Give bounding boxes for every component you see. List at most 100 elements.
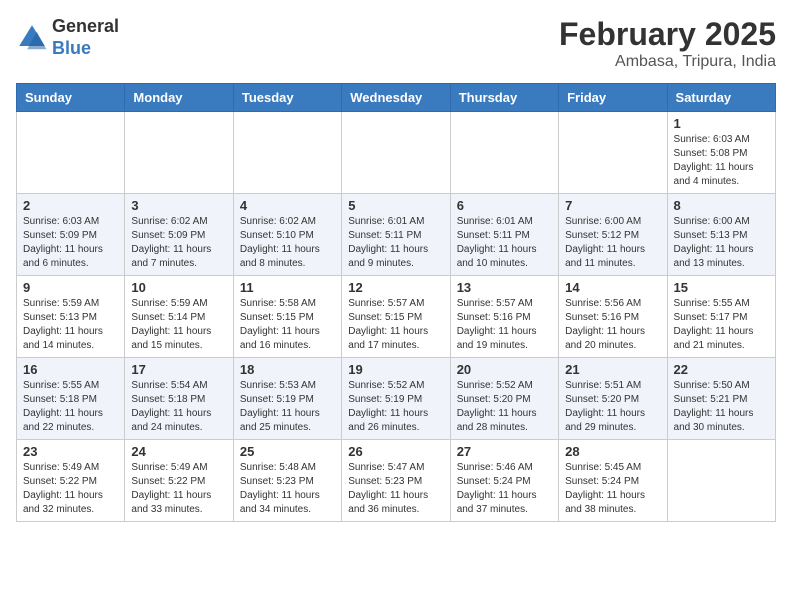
day-number: 25 (240, 444, 335, 459)
calendar-cell: 7Sunrise: 6:00 AM Sunset: 5:12 PM Daylig… (559, 194, 667, 276)
day-info: Sunrise: 5:49 AM Sunset: 5:22 PM Dayligh… (23, 461, 118, 517)
day-number: 23 (23, 444, 118, 459)
logo-blue: Blue (52, 38, 119, 60)
calendar-cell: 12 Sunrise: 5:57 AM Sunset: 5:15 PM Dayli… (342, 276, 450, 358)
calendar-cell: 21 Sunrise: 5:51 AM Sunset: 5:20 PM Dayli… (559, 358, 667, 440)
calendar-cell: 2 Sunrise: 6:03 AM Sunset: 5:09 PM Daylig… (17, 194, 125, 276)
day-info: Sunrise: 5:54 AM Sunset: 5:18 PM Dayligh… (131, 379, 226, 435)
calendar-cell (233, 112, 341, 194)
day-number: 8 (674, 198, 769, 213)
day-number: 26 (348, 444, 443, 459)
day-info: Sunrise: 5:57 AM Sunset: 5:16 PM Dayligh… (457, 297, 552, 353)
weekday-header-monday: Monday (125, 84, 233, 112)
calendar-cell: 28 Sunrise: 5:45 AM Sunset: 5:24 PM Dayli… (559, 440, 667, 522)
day-info: Sunrise: 5:49 AM Sunset: 5:22 PM Dayligh… (131, 461, 226, 517)
weekday-header-tuesday: Tuesday (233, 84, 341, 112)
calendar-cell: 1Sunrise: 6:03 AM Sunset: 5:08 PM Daylig… (667, 112, 775, 194)
calendar-cell: 19 Sunrise: 5:52 AM Sunset: 5:19 PM Dayli… (342, 358, 450, 440)
logo-text: General Blue (52, 16, 119, 59)
day-number: 10 (131, 280, 226, 295)
day-number: 28 (565, 444, 660, 459)
day-info: Sunrise: 5:52 AM Sunset: 5:20 PM Dayligh… (457, 379, 552, 435)
day-info: Sunrise: 6:03 AM Sunset: 5:09 PM Dayligh… (23, 215, 118, 271)
calendar-cell: 24 Sunrise: 5:49 AM Sunset: 5:22 PM Dayli… (125, 440, 233, 522)
title-area: February 2025 Ambasa, Tripura, India (559, 16, 776, 71)
calendar-cell: 16 Sunrise: 5:55 AM Sunset: 5:18 PM Dayli… (17, 358, 125, 440)
day-info: Sunrise: 6:00 AM Sunset: 5:13 PM Dayligh… (674, 215, 769, 271)
calendar-cell: 23 Sunrise: 5:49 AM Sunset: 5:22 PM Dayli… (17, 440, 125, 522)
day-number: 18 (240, 362, 335, 377)
day-info: Sunrise: 5:55 AM Sunset: 5:17 PM Dayligh… (674, 297, 769, 353)
calendar-cell: 22 Sunrise: 5:50 AM Sunset: 5:21 PM Dayli… (667, 358, 775, 440)
weekday-header-saturday: Saturday (667, 84, 775, 112)
day-info: Sunrise: 6:02 AM Sunset: 5:09 PM Dayligh… (131, 215, 226, 271)
calendar-cell (450, 112, 558, 194)
day-info: Sunrise: 5:58 AM Sunset: 5:15 PM Dayligh… (240, 297, 335, 353)
month-title: February 2025 (559, 16, 776, 53)
calendar-cell: 10 Sunrise: 5:59 AM Sunset: 5:14 PM Dayli… (125, 276, 233, 358)
day-number: 21 (565, 362, 660, 377)
calendar-header: SundayMondayTuesdayWednesdayThursdayFrid… (17, 84, 776, 112)
day-info: Sunrise: 6:01 AM Sunset: 5:11 PM Dayligh… (348, 215, 443, 271)
day-info: Sunrise: 6:02 AM Sunset: 5:10 PM Dayligh… (240, 215, 335, 271)
weekday-header-sunday: Sunday (17, 84, 125, 112)
week-row-2: 9 Sunrise: 5:59 AM Sunset: 5:13 PM Daylig… (17, 276, 776, 358)
calendar-cell: 5 Sunrise: 6:01 AM Sunset: 5:11 PM Daylig… (342, 194, 450, 276)
calendar-cell: 14Sunrise: 5:56 AM Sunset: 5:16 PM Dayli… (559, 276, 667, 358)
day-number: 2 (23, 198, 118, 213)
calendar-cell (125, 112, 233, 194)
page-header: General Blue February 2025 Ambasa, Tripu… (16, 16, 776, 71)
day-info: Sunrise: 5:55 AM Sunset: 5:18 PM Dayligh… (23, 379, 118, 435)
day-info: Sunrise: 5:46 AM Sunset: 5:24 PM Dayligh… (457, 461, 552, 517)
logo-icon (16, 22, 48, 54)
calendar-cell: 15 Sunrise: 5:55 AM Sunset: 5:17 PM Dayli… (667, 276, 775, 358)
day-info: Sunrise: 5:59 AM Sunset: 5:13 PM Dayligh… (23, 297, 118, 353)
calendar-cell: 25Sunrise: 5:48 AM Sunset: 5:23 PM Dayli… (233, 440, 341, 522)
weekday-row: SundayMondayTuesdayWednesdayThursdayFrid… (17, 84, 776, 112)
calendar-cell: 6Sunrise: 6:01 AM Sunset: 5:11 PM Daylig… (450, 194, 558, 276)
day-info: Sunrise: 5:50 AM Sunset: 5:21 PM Dayligh… (674, 379, 769, 435)
week-row-3: 16 Sunrise: 5:55 AM Sunset: 5:18 PM Dayli… (17, 358, 776, 440)
calendar-cell: 26 Sunrise: 5:47 AM Sunset: 5:23 PM Dayli… (342, 440, 450, 522)
day-number: 1 (674, 116, 769, 131)
calendar-cell (342, 112, 450, 194)
day-number: 19 (348, 362, 443, 377)
day-number: 15 (674, 280, 769, 295)
day-number: 12 (348, 280, 443, 295)
calendar-body: 1Sunrise: 6:03 AM Sunset: 5:08 PM Daylig… (17, 112, 776, 522)
day-info: Sunrise: 5:51 AM Sunset: 5:20 PM Dayligh… (565, 379, 660, 435)
day-number: 4 (240, 198, 335, 213)
day-number: 16 (23, 362, 118, 377)
logo-general: General (52, 16, 119, 38)
day-number: 9 (23, 280, 118, 295)
day-number: 5 (348, 198, 443, 213)
week-row-4: 23 Sunrise: 5:49 AM Sunset: 5:22 PM Dayli… (17, 440, 776, 522)
week-row-0: 1Sunrise: 6:03 AM Sunset: 5:08 PM Daylig… (17, 112, 776, 194)
calendar-cell: 9 Sunrise: 5:59 AM Sunset: 5:13 PM Daylig… (17, 276, 125, 358)
day-number: 11 (240, 280, 335, 295)
day-number: 13 (457, 280, 552, 295)
calendar-cell: 17Sunrise: 5:54 AM Sunset: 5:18 PM Dayli… (125, 358, 233, 440)
weekday-header-friday: Friday (559, 84, 667, 112)
day-info: Sunrise: 5:45 AM Sunset: 5:24 PM Dayligh… (565, 461, 660, 517)
day-number: 24 (131, 444, 226, 459)
day-number: 22 (674, 362, 769, 377)
calendar-cell: 8 Sunrise: 6:00 AM Sunset: 5:13 PM Daylig… (667, 194, 775, 276)
calendar-cell: 18 Sunrise: 5:53 AM Sunset: 5:19 PM Dayli… (233, 358, 341, 440)
day-info: Sunrise: 5:57 AM Sunset: 5:15 PM Dayligh… (348, 297, 443, 353)
day-info: Sunrise: 5:56 AM Sunset: 5:16 PM Dayligh… (565, 297, 660, 353)
calendar-cell: 4 Sunrise: 6:02 AM Sunset: 5:10 PM Daylig… (233, 194, 341, 276)
calendar-cell: 3Sunrise: 6:02 AM Sunset: 5:09 PM Daylig… (125, 194, 233, 276)
calendar-cell: 11 Sunrise: 5:58 AM Sunset: 5:15 PM Dayli… (233, 276, 341, 358)
calendar-cell: 27 Sunrise: 5:46 AM Sunset: 5:24 PM Dayli… (450, 440, 558, 522)
logo: General Blue (16, 16, 119, 59)
calendar-cell (559, 112, 667, 194)
day-number: 6 (457, 198, 552, 213)
day-number: 27 (457, 444, 552, 459)
day-info: Sunrise: 5:53 AM Sunset: 5:19 PM Dayligh… (240, 379, 335, 435)
calendar-cell: 13 Sunrise: 5:57 AM Sunset: 5:16 PM Dayli… (450, 276, 558, 358)
weekday-header-wednesday: Wednesday (342, 84, 450, 112)
day-info: Sunrise: 5:59 AM Sunset: 5:14 PM Dayligh… (131, 297, 226, 353)
day-info: Sunrise: 5:47 AM Sunset: 5:23 PM Dayligh… (348, 461, 443, 517)
day-info: Sunrise: 5:52 AM Sunset: 5:19 PM Dayligh… (348, 379, 443, 435)
